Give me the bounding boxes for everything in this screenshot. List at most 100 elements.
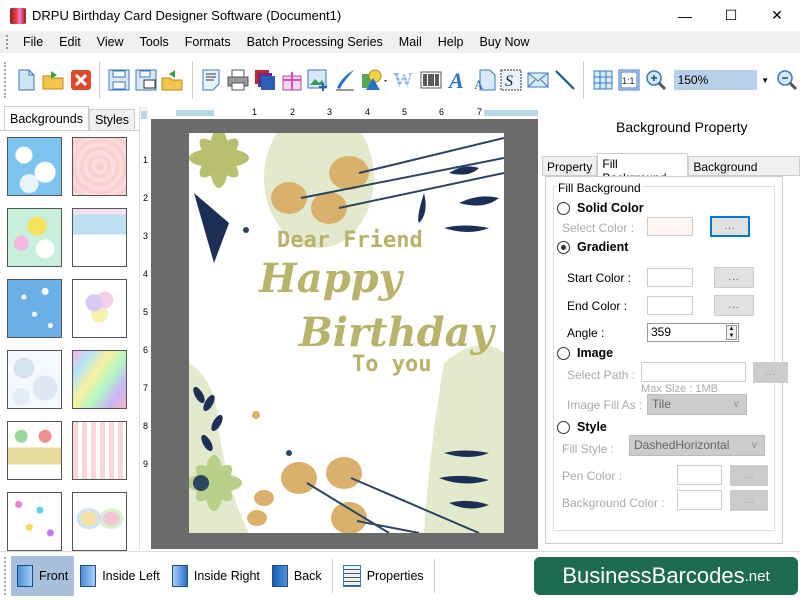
card-greeting-line3[interactable]: Birthday xyxy=(299,309,494,356)
tab-property[interactable]: Property xyxy=(542,156,598,176)
pen-icon[interactable] xyxy=(334,68,357,92)
ruler-label: 5 xyxy=(402,107,408,117)
maximize-button[interactable]: ☐ xyxy=(708,0,754,31)
front-page-button[interactable]: Front xyxy=(11,556,75,596)
fill-style-dropdown[interactable]: DashedHorizontal ∨ xyxy=(629,435,765,456)
minimize-button[interactable]: — xyxy=(662,0,708,31)
bottom-separator xyxy=(433,559,435,593)
save-as-icon[interactable] xyxy=(134,68,157,92)
copy-layers-icon[interactable] xyxy=(253,68,276,92)
thumb-bubbles[interactable] xyxy=(7,350,62,409)
back-page-button[interactable]: Back xyxy=(266,556,328,596)
zoom-dropdown-chevron-icon[interactable]: ▼ xyxy=(761,76,769,85)
app-icon xyxy=(10,7,26,24)
ruler-label: 3 xyxy=(327,107,333,117)
card-greeting-line4[interactable]: To you xyxy=(352,352,431,377)
menu-buy-now[interactable]: Buy Now xyxy=(471,35,537,49)
thumb-pink-hearts-stripes[interactable] xyxy=(72,421,127,480)
tab-background-effects[interactable]: Background Effects xyxy=(688,156,800,188)
solid-color-option[interactable]: Solid Color xyxy=(557,201,644,215)
select-path-button[interactable]: ... xyxy=(753,362,788,383)
menu-batch-processing[interactable]: Batch Processing Series xyxy=(239,35,391,49)
ruler-label: 8 xyxy=(143,421,149,431)
thumb-rainbow-swirl[interactable] xyxy=(72,350,127,409)
card-greeting-line1[interactable]: Dear Friend xyxy=(277,228,423,253)
angle-spinner[interactable]: 359 ▲ ▼ xyxy=(647,323,739,342)
ruler-label: 6 xyxy=(439,107,445,117)
menu-edit[interactable]: Edit xyxy=(51,35,89,49)
image-label: Image xyxy=(577,346,614,360)
thumb-happy-birthday-balloons[interactable] xyxy=(7,421,62,480)
start-color-button[interactable]: ... xyxy=(714,267,754,288)
tab-fill-background[interactable]: Fill Background xyxy=(597,153,689,185)
style-radio[interactable] xyxy=(557,420,570,434)
select-color-swatch xyxy=(647,217,693,236)
barcode-icon[interactable] xyxy=(420,68,443,92)
menu-formats[interactable]: Formats xyxy=(177,35,239,49)
inside-right-button[interactable]: Inside Right xyxy=(166,556,266,596)
inside-left-icon xyxy=(80,565,97,587)
gift-icon[interactable] xyxy=(280,68,303,92)
gradient-radio[interactable] xyxy=(557,240,570,254)
zoom-level-input[interactable]: 150% xyxy=(673,70,758,90)
menu-tools[interactable]: Tools xyxy=(132,35,177,49)
menu-help[interactable]: Help xyxy=(430,35,472,49)
grid-icon[interactable] xyxy=(591,68,614,92)
thumb-balloon-bunches[interactable] xyxy=(72,492,127,551)
spinner-arrows-icon[interactable]: ▲ ▼ xyxy=(726,325,737,340)
tab-styles[interactable]: Styles xyxy=(88,109,136,130)
shapes-icon[interactable] xyxy=(361,68,389,92)
inside-left-button[interactable]: Inside Left xyxy=(74,556,166,596)
menu-mail[interactable]: Mail xyxy=(391,35,430,49)
thumb-pastel-scene[interactable] xyxy=(72,208,127,267)
save-icon[interactable] xyxy=(107,68,130,92)
watermark-icon[interactable]: W xyxy=(393,68,416,92)
signature-icon[interactable]: S xyxy=(500,68,523,92)
end-color-button[interactable]: ... xyxy=(714,295,754,316)
actual-size-icon[interactable]: 1:1 xyxy=(618,68,641,92)
text-icon[interactable]: A xyxy=(447,68,470,92)
image-fill-as-dropdown[interactable]: Tile ∨ xyxy=(647,394,747,415)
ruler-label: 6 xyxy=(143,345,149,355)
open-template-icon[interactable] xyxy=(161,68,185,92)
angle-value[interactable]: 359 xyxy=(651,325,671,339)
line-icon[interactable] xyxy=(554,68,577,92)
solid-color-radio[interactable] xyxy=(557,201,570,215)
thumb-daisies[interactable] xyxy=(7,208,62,267)
ruler-label: 2 xyxy=(290,107,296,117)
open-icon[interactable] xyxy=(42,68,66,92)
background-color-button[interactable]: ... xyxy=(730,490,768,511)
select-path-input[interactable] xyxy=(641,362,746,382)
close-button[interactable]: ✕ xyxy=(754,0,800,31)
style-option[interactable]: Style xyxy=(557,420,607,434)
print-icon[interactable] xyxy=(227,68,250,92)
pen-color-button[interactable]: ... xyxy=(730,465,768,486)
new-icon[interactable] xyxy=(15,68,38,92)
insert-image-icon[interactable] xyxy=(307,68,330,92)
tab-backgrounds[interactable]: Backgrounds xyxy=(4,106,89,130)
close-doc-icon[interactable] xyxy=(70,68,93,92)
word-art-icon[interactable]: A xyxy=(473,68,496,92)
birthday-card[interactable]: Dear Friend Happy Birthday To you xyxy=(189,133,504,533)
angle-label: Angle : xyxy=(567,326,605,340)
text-properties-icon[interactable] xyxy=(200,68,223,92)
zoom-in-icon[interactable] xyxy=(645,68,668,92)
gradient-option[interactable]: Gradient xyxy=(557,240,628,254)
properties-button[interactable]: Properties xyxy=(337,556,430,596)
inside-right-label: Inside Right xyxy=(193,569,260,583)
thumb-balloons[interactable] xyxy=(72,279,127,338)
toolbar: W A A S 1:1 150% ▼ xyxy=(0,55,800,105)
image-radio[interactable] xyxy=(557,346,570,360)
card-greeting-line2[interactable]: Happy xyxy=(259,255,402,302)
mail-icon[interactable] xyxy=(527,68,550,92)
menu-bar: File Edit View Tools Formats Batch Proce… xyxy=(0,31,800,53)
thumb-pink-hearts[interactable] xyxy=(72,137,127,196)
thumb-clouds[interactable] xyxy=(7,137,62,196)
select-color-button[interactable]: ... xyxy=(710,216,750,237)
zoom-out-icon[interactable] xyxy=(775,68,798,92)
thumb-blue-stars[interactable] xyxy=(7,279,62,338)
thumb-colorful-hearts[interactable] xyxy=(7,492,62,551)
menu-file[interactable]: File xyxy=(15,35,51,49)
menu-view[interactable]: View xyxy=(89,35,132,49)
image-option[interactable]: Image xyxy=(557,346,613,360)
